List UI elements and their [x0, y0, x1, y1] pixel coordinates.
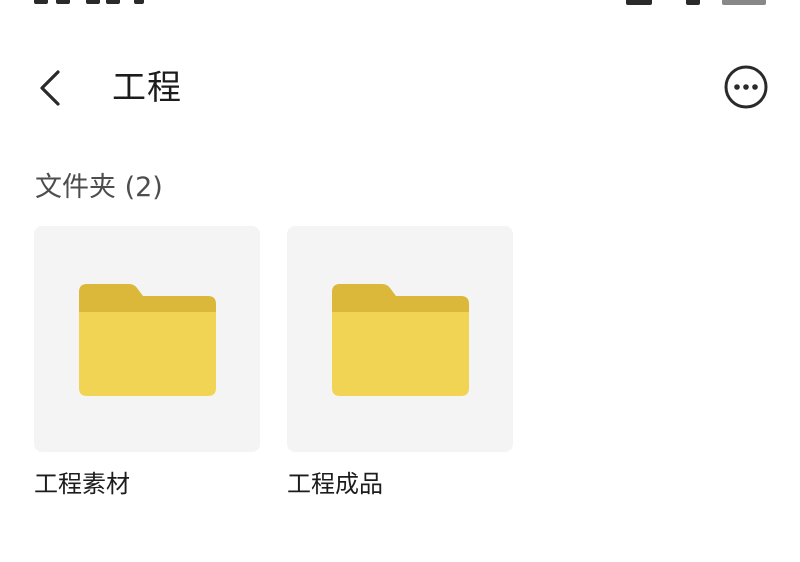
- status-time: [34, 0, 154, 6]
- folder-icon: [332, 284, 469, 396]
- wifi-icon: [686, 0, 700, 5]
- more-options-button[interactable]: [722, 63, 770, 111]
- battery-icon: [722, 0, 766, 5]
- folders-section-header: 文件夹 (2): [35, 172, 163, 203]
- page-title: 工程: [112, 68, 182, 108]
- folder-icon: [79, 284, 216, 396]
- signal-icon: [626, 0, 652, 5]
- status-indicators: [626, 0, 776, 7]
- folder-card[interactable]: [287, 226, 513, 452]
- status-bar: [0, 0, 800, 8]
- chevron-left-icon: [40, 70, 60, 106]
- folder-name[interactable]: 工程素材: [34, 462, 130, 506]
- folder-card[interactable]: [34, 226, 260, 452]
- back-button[interactable]: [30, 64, 74, 112]
- more-horizontal-circle-icon: [724, 65, 768, 109]
- folder-name[interactable]: 工程成品: [287, 462, 383, 506]
